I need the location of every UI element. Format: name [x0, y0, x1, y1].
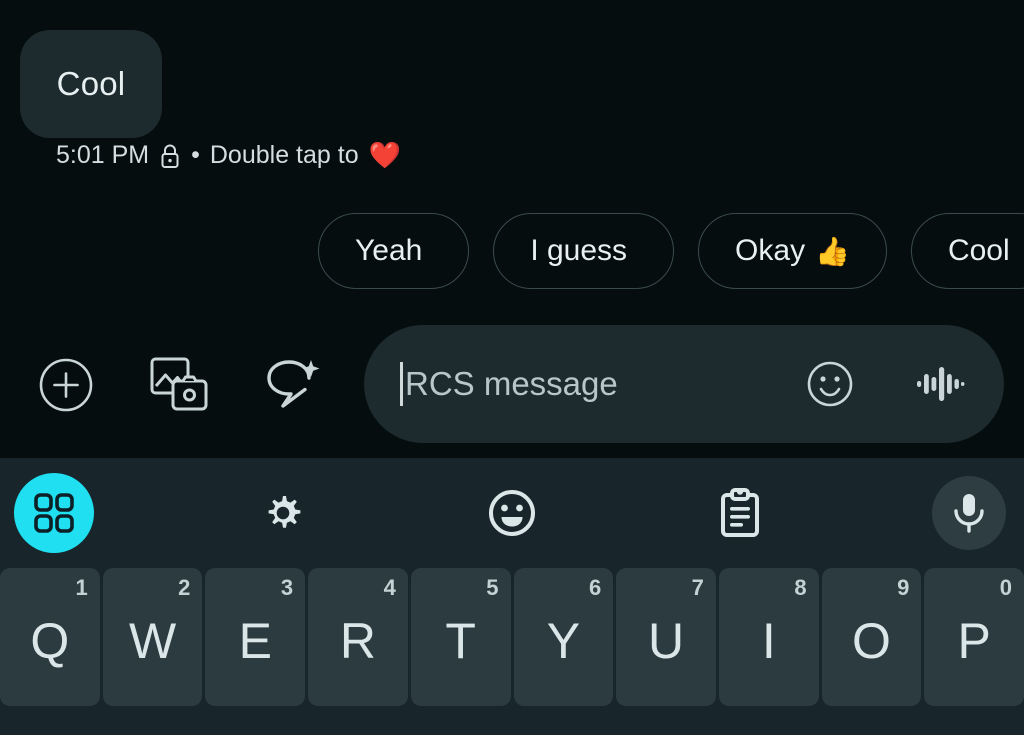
key-letter: E [238, 613, 272, 669]
key-y[interactable]: 6 Y [513, 568, 614, 706]
magic-reply-icon[interactable] [260, 353, 324, 417]
on-screen-keyboard: 1 Q 2 W 3 E 4 R 5 T 6 Y 7 U 8 I 9 O 0 P [0, 458, 1024, 735]
conversation-area: Cool 5:01 PM • Double tap to ❤️ Yeah I g… [0, 0, 1024, 458]
key-letter: W [128, 613, 177, 669]
gallery-camera-icon[interactable] [147, 353, 211, 417]
voice-waveform-icon[interactable] [912, 356, 968, 412]
key-letter: P [957, 613, 991, 669]
key-number: 7 [691, 575, 704, 600]
key-number: 4 [383, 575, 396, 600]
lock-icon [159, 143, 181, 169]
reaction-hint-label: Double tap to [209, 141, 359, 169]
text-caret [400, 362, 403, 406]
key-i[interactable]: 8 I [718, 568, 819, 706]
chip-label: I guess [530, 234, 628, 267]
keyboard-row-1: 1 Q 2 W 3 E 4 R 5 T 6 Y 7 U 8 I 9 O 0 P [0, 568, 1024, 728]
key-number: 3 [280, 575, 294, 600]
incoming-message-row: Cool [20, 30, 162, 138]
suggestion-chip-2[interactable]: Okay 👍 [698, 213, 887, 289]
message-meta: 5:01 PM • Double tap to ❤️ [56, 140, 401, 171]
key-q[interactable]: 1 Q [0, 568, 100, 706]
key-p[interactable]: 0 P [924, 568, 1024, 706]
key-w[interactable]: 2 W [102, 568, 203, 706]
suggestion-chip-0[interactable]: Yeah [318, 213, 470, 289]
key-number: 8 [794, 575, 807, 600]
key-letter: Q [30, 613, 70, 669]
key-letter: I [761, 613, 776, 669]
key-o[interactable]: 9 O [821, 568, 922, 706]
key-r[interactable]: 4 R [308, 568, 408, 706]
suggestion-chip-3[interactable]: Cool [910, 213, 1024, 289]
app-grid-icon[interactable] [14, 473, 94, 553]
chip-label: Cool [947, 234, 1010, 267]
key-number: 1 [75, 575, 88, 600]
key-letter: R [339, 613, 377, 669]
message-timestamp: 5:01 PM [56, 141, 150, 169]
messaging-screen: Cool 5:01 PM • Double tap to ❤️ Yeah I g… [0, 0, 1024, 735]
key-t[interactable]: 5 T [410, 568, 511, 706]
key-letter: O [852, 613, 891, 669]
key-u[interactable]: 7 U [616, 568, 716, 706]
key-number: 0 [999, 575, 1013, 600]
microphone-icon[interactable] [932, 476, 1006, 550]
suggestion-chips: Yeah I guess Okay 👍 Cool [318, 213, 1024, 289]
clipboard-icon[interactable] [709, 482, 771, 544]
keyboard-toolbar [0, 458, 1024, 568]
gear-icon[interactable] [252, 482, 314, 544]
plus-circle-icon[interactable] [34, 353, 98, 417]
meta-separator: • [191, 141, 200, 169]
message-input-pill[interactable]: RCS message [364, 325, 1004, 443]
incoming-message-bubble[interactable]: Cool [20, 30, 162, 138]
key-number: 2 [178, 575, 191, 600]
key-letter: T [445, 613, 476, 669]
suggestion-chip-1[interactable]: I guess [493, 213, 675, 289]
key-letter: Y [546, 613, 581, 669]
chip-emoji: 👍 [815, 235, 850, 267]
key-e[interactable]: 3 E [205, 568, 306, 706]
chip-label: Yeah [355, 234, 423, 267]
key-number: 9 [897, 575, 910, 600]
emoji-face-icon[interactable] [481, 482, 543, 544]
key-number: 5 [486, 575, 499, 600]
key-number: 6 [588, 575, 602, 600]
message-input-placeholder: RCS message [405, 365, 618, 402]
key-letter: U [648, 613, 685, 669]
chip-label: Okay [735, 234, 806, 267]
heart-emoji[interactable]: ❤️ [369, 140, 401, 171]
emoji-smiley-icon[interactable] [802, 356, 858, 412]
